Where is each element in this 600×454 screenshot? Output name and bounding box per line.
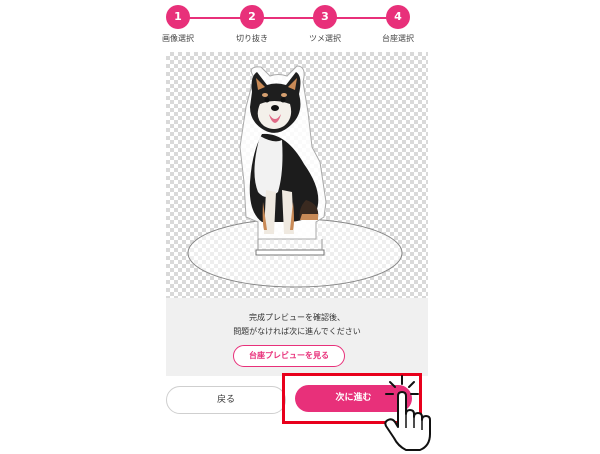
acrylic-stand-preview [166, 52, 428, 298]
step-3-number: 3 [313, 5, 337, 29]
step-2-label: 切り抜き [236, 34, 268, 43]
base-slot [255, 249, 325, 256]
instruction-line-2: 問題がなければ次に進んでください [233, 327, 361, 336]
preview-instructions: 完成プレビューを確認後、 問題がなければ次に進んでください [166, 311, 428, 339]
hand-pointer-icon [384, 375, 431, 451]
instruction-line-1: 完成プレビューを確認後、 [249, 313, 345, 322]
step-1: 1 画像選択 [143, 5, 213, 44]
step-2: 2 切り抜き [217, 5, 287, 44]
step-3-label: ツメ選択 [309, 34, 341, 43]
base-preview-button[interactable]: 台座プレビューを見る [233, 345, 345, 367]
step-4-label: 台座選択 [382, 34, 414, 43]
step-4: 4 台座選択 [363, 5, 433, 44]
step-4-number: 4 [386, 5, 410, 29]
back-button[interactable]: 戻る [166, 386, 286, 414]
step-3: 3 ツメ選択 [290, 5, 360, 44]
stand-preview-graphic [187, 65, 403, 288]
preview-info-panel: 完成プレビューを確認後、 問題がなければ次に進んでください 台座プレビューを見る [166, 298, 428, 376]
progress-stepper: 1 画像選択 2 切り抜き 3 ツメ選択 4 台座選択 [0, 0, 600, 48]
step-2-number: 2 [240, 5, 264, 29]
step-1-number: 1 [166, 5, 190, 29]
step-1-label: 画像選択 [162, 34, 194, 43]
